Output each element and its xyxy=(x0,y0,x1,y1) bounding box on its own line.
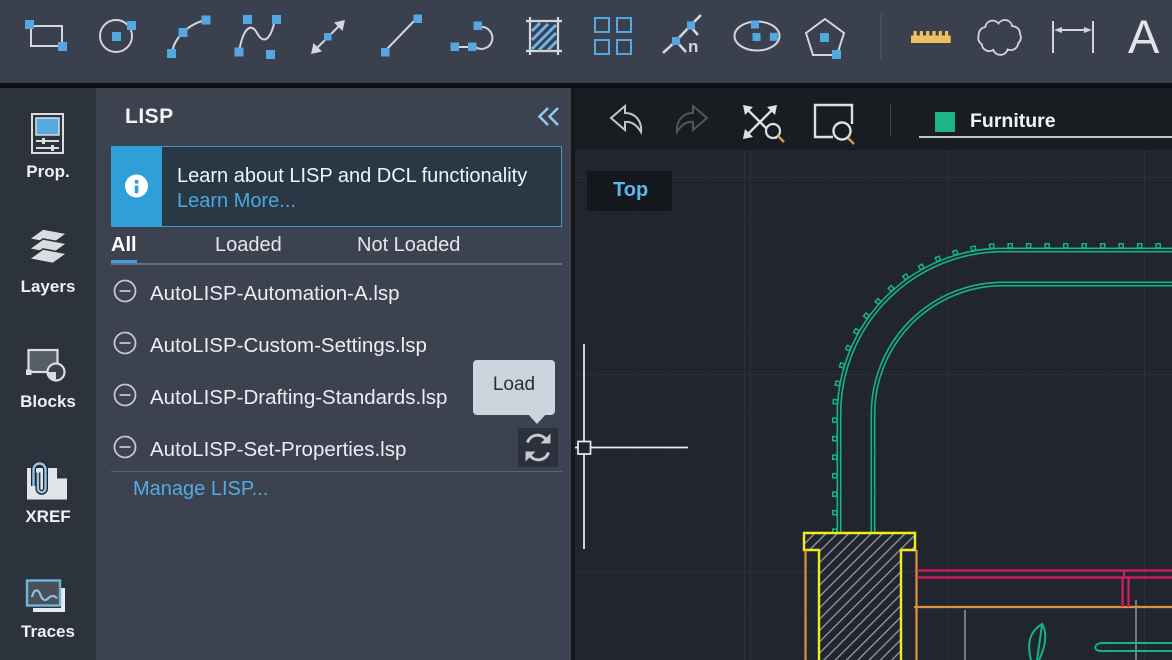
svg-text:A: A xyxy=(1128,10,1160,63)
svg-text:n: n xyxy=(688,37,698,56)
